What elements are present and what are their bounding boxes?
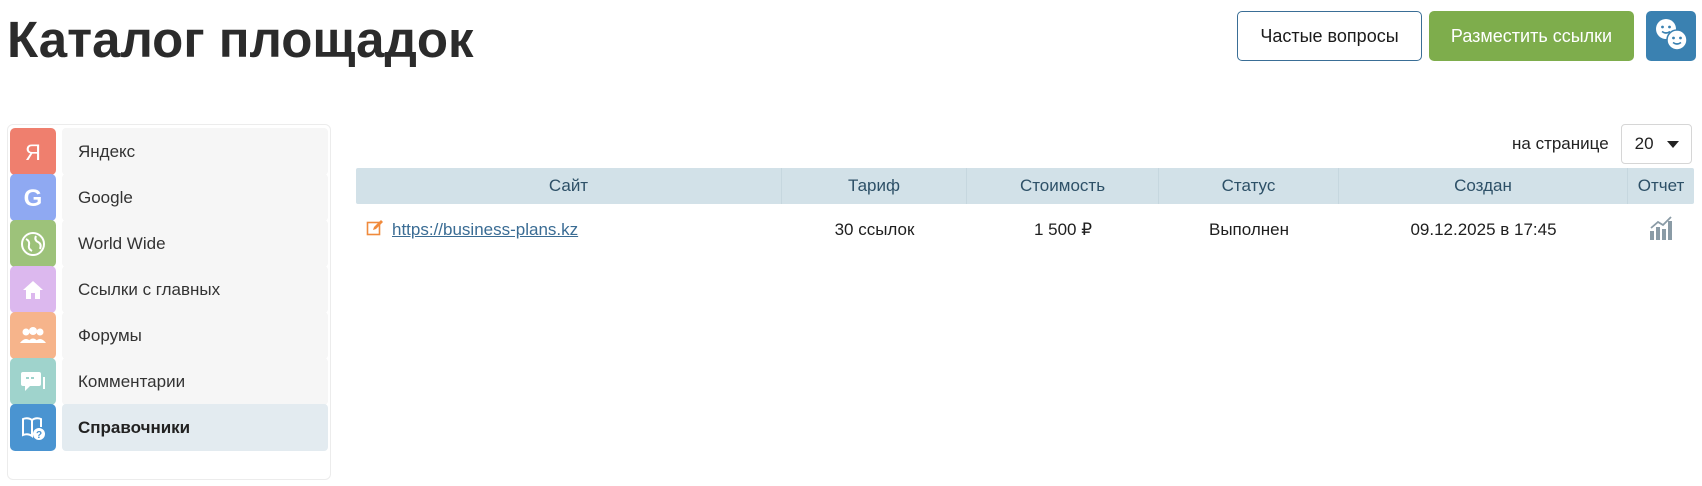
- book-question-icon: ?: [10, 404, 56, 451]
- sidebar-item-main-page-links[interactable]: Ссылки с главных: [10, 266, 328, 313]
- chat-button[interactable]: [1646, 11, 1696, 61]
- comments-icon: [10, 358, 56, 405]
- sidebar-item-yandex[interactable]: Я Яндекс: [10, 128, 328, 175]
- place-links-button[interactable]: Разместить ссылки: [1429, 11, 1634, 61]
- sidebar-item-comments[interactable]: Комментарии: [10, 358, 328, 405]
- sidebar-item-label: Google: [62, 174, 328, 221]
- per-page-value: 20: [1634, 134, 1654, 153]
- google-icon: G: [10, 174, 56, 221]
- chevron-down-icon: [1666, 141, 1679, 148]
- per-page-label: на странице: [1512, 134, 1609, 153]
- table-header: Сайт Тариф Стоимость Статус Создан Отчет: [356, 168, 1694, 204]
- column-header-report[interactable]: Отчет: [1628, 168, 1694, 204]
- column-header-tariff[interactable]: Тариф: [782, 168, 967, 204]
- sidebar-item-directories[interactable]: ? Справочники: [10, 404, 328, 451]
- catalog-sidebar: Я Яндекс G Google World Wide Ссылки с гл…: [7, 124, 331, 480]
- chat-faces-icon: [1652, 15, 1690, 58]
- svg-text:Я: Я: [25, 140, 41, 165]
- svg-text:G: G: [24, 185, 43, 211]
- home-icon: [10, 266, 56, 313]
- sidebar-item-label: Справочники: [62, 404, 328, 451]
- table-row: https://business-plans.kz 30 ссылок 1 50…: [356, 204, 1694, 256]
- faq-button[interactable]: Частые вопросы: [1237, 11, 1422, 61]
- created-cell: 09.12.2025 в 17:45: [1410, 220, 1557, 239]
- sidebar-item-label: Комментарии: [62, 358, 328, 405]
- sidebar-item-forums[interactable]: Форумы: [10, 312, 328, 359]
- column-header-cost[interactable]: Стоимость: [967, 168, 1159, 204]
- bar-chart-icon[interactable]: [1648, 215, 1674, 246]
- site-cell: https://business-plans.kz: [356, 204, 782, 256]
- site-link[interactable]: https://business-plans.kz: [392, 220, 578, 240]
- sidebar-item-label: World Wide: [62, 220, 328, 267]
- users-icon: [10, 312, 56, 359]
- column-header-created[interactable]: Создан: [1339, 168, 1628, 204]
- report-cell: [1628, 204, 1694, 256]
- globe-icon: [10, 220, 56, 267]
- column-header-site[interactable]: Сайт: [356, 168, 782, 204]
- column-header-status[interactable]: Статус: [1159, 168, 1339, 204]
- yandex-icon: Я: [10, 128, 56, 175]
- per-page-select[interactable]: 20: [1620, 124, 1692, 164]
- cost-cell: 1 500 ₽: [1033, 220, 1093, 239]
- edit-icon[interactable]: [366, 219, 384, 242]
- sidebar-item-label: Ссылки с главных: [62, 266, 328, 313]
- sidebar-item-label: Форумы: [62, 312, 328, 359]
- status-cell: Выполнен: [1209, 220, 1289, 239]
- svg-text:?: ?: [36, 430, 42, 441]
- sidebar-item-label: Яндекс: [62, 128, 328, 175]
- sidebar-item-world-wide[interactable]: World Wide: [10, 220, 328, 267]
- orders-table: Сайт Тариф Стоимость Статус Создан Отчет…: [356, 168, 1694, 256]
- sidebar-item-google[interactable]: G Google: [10, 174, 328, 221]
- tariff-cell: 30 ссылок: [834, 220, 915, 239]
- header-actions: Частые вопросы Разместить ссылки: [0, 11, 1702, 61]
- per-page-control: на странице 20: [1512, 124, 1692, 164]
